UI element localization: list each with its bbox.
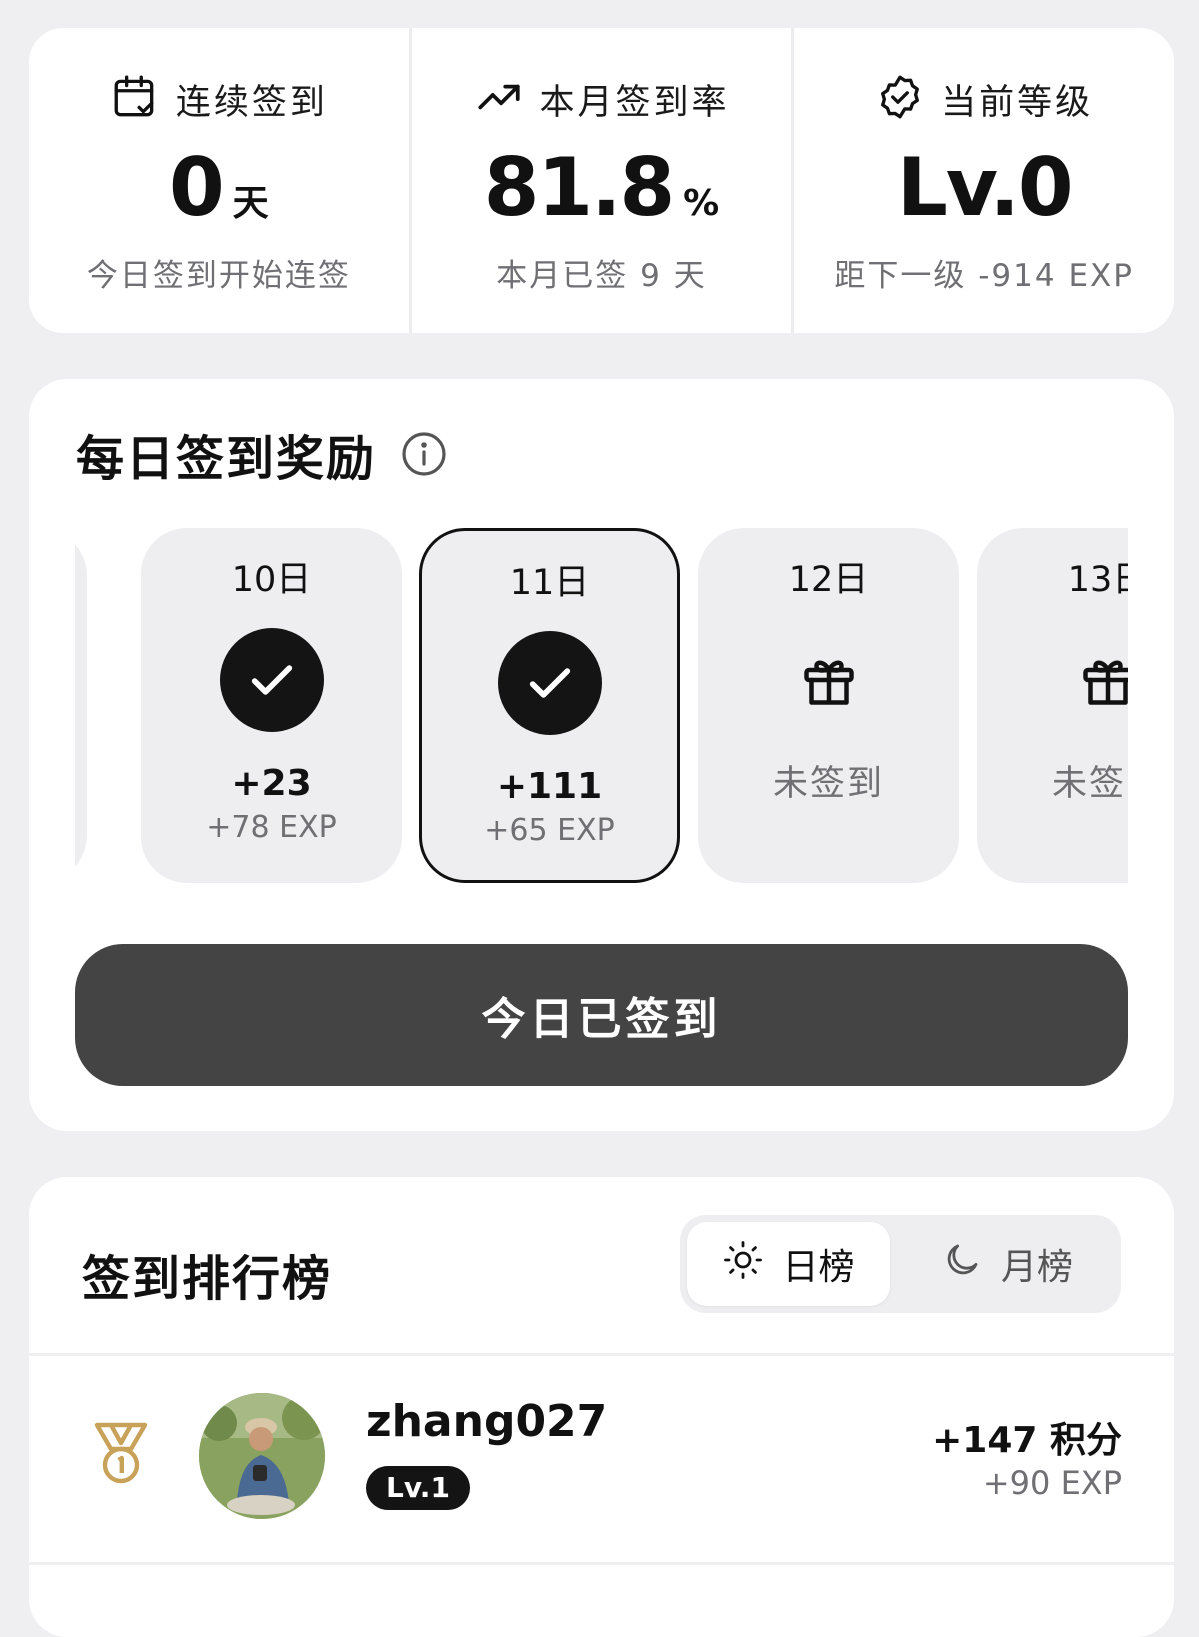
- day-date: 12日: [788, 560, 869, 600]
- stat-level: 当前等级 Lv.0 距下一级 -914 EXP: [791, 28, 1174, 333]
- level-badge: Lv.1: [366, 1466, 470, 1510]
- level-value: Lv.0: [896, 141, 1074, 234]
- check-icon: [497, 631, 602, 735]
- leaderboard-tabs: 日榜 月榜: [680, 1215, 1121, 1313]
- stats-card: 连续签到 0 天 今日签到开始连签 本月签到率 81.8 % 本月已签 9 天: [29, 28, 1174, 333]
- day-date: 13日: [1067, 560, 1128, 600]
- leaderboard-row[interactable]: zhang027 Lv.1 +147 积分 +90 EXP: [29, 1356, 1174, 1562]
- day-card-10[interactable]: 10日 +23 +78 EXP: [141, 528, 402, 883]
- rate-sub: 本月已签 9 天: [496, 258, 707, 294]
- day-status: 未签到: [772, 764, 884, 804]
- trend-up-icon: [474, 72, 524, 126]
- leaderboard-card: 签到排行榜 日榜 月榜 zhang027 Lv.1 +147 积分 +90 EX…: [29, 1177, 1174, 1637]
- level-sub: 距下一级 -914 EXP: [834, 258, 1134, 294]
- tab-monthly[interactable]: 月榜: [900, 1222, 1114, 1306]
- day-points: +111: [496, 766, 603, 807]
- divider: [29, 1562, 1174, 1565]
- day-date: 10日: [231, 560, 312, 600]
- day-date: 11日: [509, 563, 590, 603]
- exp-earned: +90 EXP: [982, 1464, 1122, 1502]
- user-name: zhang027: [366, 1396, 608, 1447]
- sun-icon: [722, 1239, 764, 1290]
- day-exp: +78 EXP: [206, 810, 337, 845]
- daily-rewards-card: 每日签到奖励 10日 +23 +78 EXP 11日 +111 +65 EXP …: [29, 379, 1174, 1131]
- calendar-check-icon: [110, 72, 160, 126]
- moon-icon: [941, 1239, 983, 1290]
- day-points: +23: [231, 763, 312, 804]
- rewards-title: 每日签到奖励: [76, 431, 377, 487]
- info-icon[interactable]: [400, 430, 448, 478]
- day-card-11[interactable]: 11日 +111 +65 EXP: [419, 528, 680, 883]
- day-card-12[interactable]: 12日 未签到: [698, 528, 959, 883]
- day-card-13[interactable]: 13日 未签到: [977, 528, 1128, 883]
- signed-in-button[interactable]: 今日已签到: [75, 944, 1128, 1086]
- tab-label: 月榜: [1000, 1247, 1073, 1288]
- stat-monthly-rate: 本月签到率 81.8 % 本月已签 9 天: [408, 28, 792, 333]
- leaderboard-title: 签到排行榜: [82, 1251, 333, 1307]
- rate-unit: %: [683, 183, 720, 224]
- stat-label: 本月签到率: [539, 82, 730, 123]
- rate-value: 81.8: [483, 141, 675, 234]
- gold-medal-icon: [94, 1422, 148, 1484]
- points-earned: +147 积分: [932, 1420, 1122, 1461]
- stat-label: 连续签到: [175, 82, 328, 123]
- check-icon: [219, 628, 324, 732]
- tab-label: 日榜: [782, 1247, 855, 1288]
- stat-label: 当前等级: [941, 82, 1094, 123]
- tab-daily[interactable]: 日榜: [687, 1222, 890, 1306]
- badge-check-icon: [875, 72, 925, 126]
- stat-streak: 连续签到 0 天 今日签到开始连签: [29, 28, 409, 333]
- streak-value: 0: [168, 141, 225, 234]
- days-carousel[interactable]: 10日 +23 +78 EXP 11日 +111 +65 EXP 12日 未签到…: [75, 528, 1128, 883]
- day-card-partial[interactable]: [75, 528, 87, 883]
- streak-sub: 今日签到开始连签: [86, 258, 351, 294]
- gift-icon: [777, 628, 881, 732]
- streak-unit: 天: [232, 183, 269, 224]
- day-exp: +65 EXP: [484, 813, 615, 848]
- gift-icon: [1056, 628, 1128, 732]
- day-status: 未签到: [1051, 764, 1128, 804]
- avatar[interactable]: [199, 1393, 325, 1519]
